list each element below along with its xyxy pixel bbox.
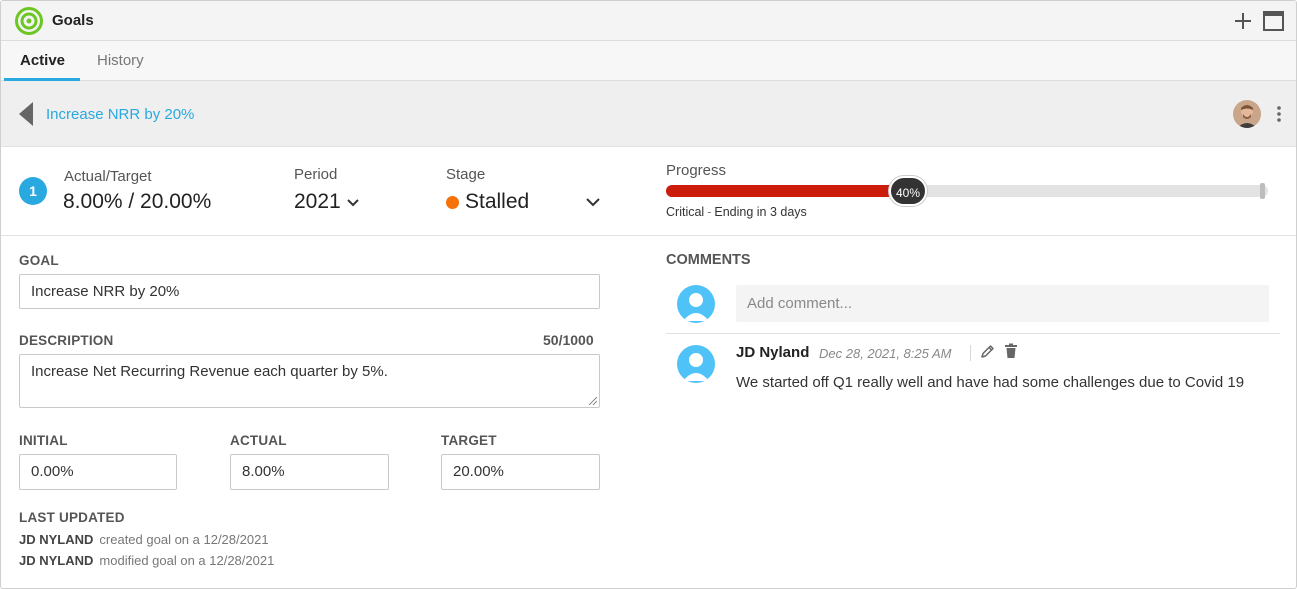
progress-label: Progress — [666, 162, 727, 179]
chevron-down-icon — [347, 199, 359, 207]
description-label: DESCRIPTION — [19, 333, 114, 348]
breadcrumb-bar: Increase NRR by 20% — [1, 81, 1296, 147]
stage-status-dot — [446, 196, 459, 209]
comment-actions-divider — [970, 345, 971, 361]
last-updated-label: LAST UPDATED — [19, 510, 125, 525]
comments-divider — [666, 333, 1280, 334]
description-text: Increase Net Recurring Revenue each quar… — [31, 363, 388, 380]
progress-fill — [666, 185, 907, 197]
period-value: 2021 — [294, 190, 341, 213]
goal-label: GOAL — [19, 253, 59, 268]
add-comment-input[interactable]: Add comment... — [736, 285, 1269, 322]
progress-ending-text: Ending in 3 days — [714, 205, 807, 219]
goal-number-badge: 1 — [19, 177, 47, 205]
app-title: Goals — [52, 12, 94, 29]
stage-value[interactable]: Stalled — [465, 190, 529, 214]
current-user-avatar — [677, 285, 715, 323]
period-dropdown[interactable]: 2021 — [294, 190, 361, 214]
trash-icon[interactable] — [1004, 343, 1018, 359]
comments-title: COMMENTS — [666, 252, 751, 268]
actual-input[interactable]: 8.00% — [230, 454, 389, 490]
period-label: Period — [294, 166, 338, 183]
log-user: JD NYLAND — [19, 553, 94, 568]
user-icon — [683, 353, 709, 381]
comment-date: Dec 28, 2021, 8:25 AM — [819, 346, 952, 361]
progress-status: Critical - Ending in 3 days — [666, 205, 807, 219]
actual-label: ACTUAL — [230, 433, 287, 448]
tab-history[interactable]: History — [97, 52, 144, 69]
tab-bar: Active History — [1, 41, 1296, 81]
log-entry: JD NYLAND modified goal on a 12/28/2021 — [19, 553, 274, 568]
comment-body: We started off Q1 really well and have h… — [736, 374, 1245, 391]
description-textarea[interactable]: Increase Net Recurring Revenue each quar… — [19, 354, 600, 408]
target-label: TARGET — [441, 433, 497, 448]
pencil-icon[interactable] — [980, 344, 995, 359]
comment-author: JD Nyland — [736, 344, 810, 361]
goal-summary: 1 Actual/Target 8.00% / 20.00% Period 20… — [1, 147, 1296, 236]
target-input[interactable]: 20.00% — [441, 454, 600, 490]
progress-bar — [666, 185, 1268, 197]
comment-author-avatar — [677, 345, 715, 383]
goals-window: Goals Active History Increase NRR by 20% — [0, 0, 1297, 589]
avatar[interactable] — [1233, 100, 1261, 128]
user-photo-icon — [1233, 100, 1261, 128]
back-arrow-icon[interactable] — [17, 101, 35, 127]
user-icon — [683, 293, 709, 321]
progress-separator: - — [707, 205, 712, 219]
progress-status-text: Critical — [666, 205, 705, 219]
stage-label: Stage — [446, 166, 486, 183]
actual-target-label: Actual/Target — [64, 168, 152, 185]
goals-logo-icon — [15, 7, 43, 35]
maximize-icon[interactable] — [1263, 11, 1284, 31]
initial-label: INITIAL — [19, 433, 68, 448]
log-user: JD NYLAND — [19, 532, 94, 547]
goal-input[interactable]: Increase NRR by 20% — [19, 274, 600, 309]
progress-knob[interactable]: 40% — [889, 176, 927, 206]
description-counter: 50/1000 — [543, 332, 594, 348]
breadcrumb-goal-link[interactable]: Increase NRR by 20% — [46, 106, 194, 123]
progress-end-marker — [1260, 183, 1265, 199]
log-entry: JD NYLAND created goal on a 12/28/2021 — [19, 532, 269, 547]
resize-grip-icon[interactable] — [589, 397, 597, 405]
initial-input[interactable]: 0.00% — [19, 454, 177, 490]
plus-icon[interactable] — [1233, 11, 1253, 31]
title-bar: Goals — [1, 1, 1296, 41]
log-text: created goal on a 12/28/2021 — [99, 532, 269, 547]
log-text: modified goal on a 12/28/2021 — [99, 553, 275, 568]
actual-target-value: 8.00% / 20.00% — [63, 190, 212, 213]
tab-active[interactable]: Active — [20, 52, 65, 69]
chevron-down-icon[interactable] — [584, 193, 602, 211]
kebab-menu-icon[interactable] — [1270, 103, 1288, 125]
